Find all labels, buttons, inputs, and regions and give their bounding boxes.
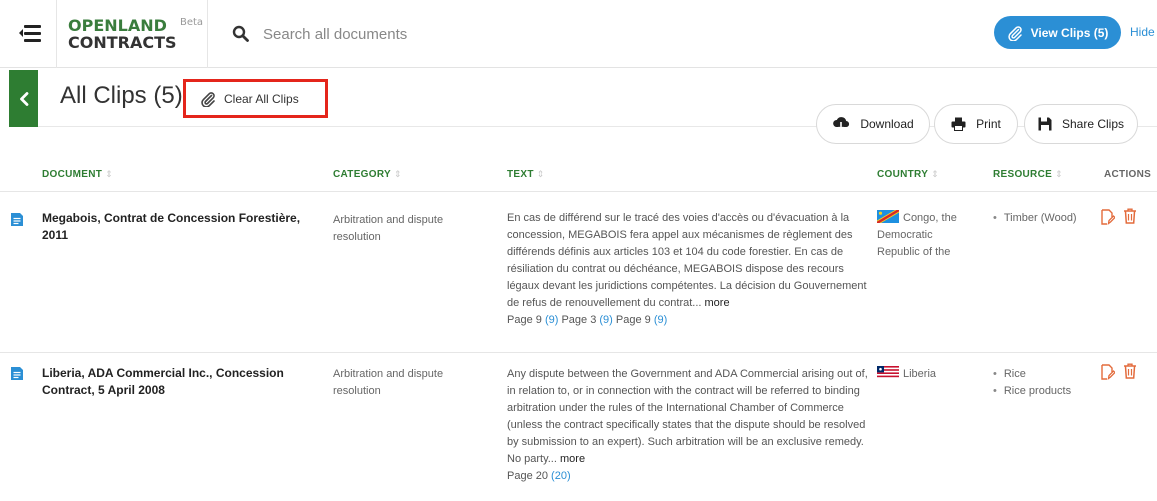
- clip-text-cell: Any dispute between the Government and A…: [507, 366, 868, 485]
- page-references: Page 20 (20): [507, 470, 571, 482]
- resource-item: Rice products: [990, 383, 1071, 400]
- paperclip-icon: [201, 91, 215, 107]
- download-label: Download: [860, 117, 914, 131]
- printer-icon: [951, 117, 966, 131]
- category-cell: Arbitration and dispute resolution: [333, 214, 444, 243]
- header-row-divider: [0, 191, 1157, 192]
- resource-list: Timber (Wood): [990, 210, 1077, 227]
- resource-item: Timber (Wood): [990, 210, 1077, 227]
- download-button[interactable]: Download: [816, 104, 930, 144]
- country-cell: Congo, the Democratic Republic of the: [877, 210, 957, 258]
- top-header: OPENLAND CONTRACTS Beta View Clips (5) H…: [0, 0, 1157, 68]
- clear-all-clips-label: Clear All Clips: [224, 91, 299, 106]
- logo-line-2: CONTRACTS: [68, 33, 177, 52]
- document-icon[interactable]: [10, 366, 24, 381]
- chevron-left-icon: [19, 91, 28, 106]
- print-button[interactable]: Print: [934, 104, 1018, 144]
- document-title-link[interactable]: Liberia, ADA Commercial Inc., Concession…: [42, 365, 312, 399]
- view-clips-label: View Clips (5): [1030, 25, 1109, 40]
- search-icon: [232, 25, 249, 42]
- beta-badge: Beta: [180, 17, 204, 28]
- page-title: All Clips (5): [60, 82, 183, 109]
- drc-flag-icon: [877, 210, 899, 223]
- share-clips-button[interactable]: Share Clips: [1024, 104, 1138, 144]
- search-input[interactable]: [263, 22, 763, 46]
- sort-icon: ⇕: [1055, 169, 1063, 179]
- resource-item: Rice: [990, 366, 1071, 383]
- page-link[interactable]: (9): [654, 314, 667, 326]
- page-references: Page 9 (9) Page 3 (9) Page 9 (9): [507, 314, 668, 326]
- column-header-country[interactable]: COUNTRY ⇕: [877, 169, 939, 180]
- sort-icon: ⇕: [393, 169, 402, 179]
- edit-annotation-icon[interactable]: [1101, 209, 1115, 225]
- clip-text-cell: En cas de différend sur le tracé des voi…: [507, 210, 867, 329]
- share-clips-label: Share Clips: [1061, 117, 1125, 131]
- cloud-download-icon: [833, 117, 850, 132]
- menu-toggle-icon[interactable]: [19, 24, 41, 42]
- resource-list: Rice Rice products: [990, 366, 1071, 400]
- edit-annotation-icon[interactable]: [1101, 364, 1115, 380]
- print-label: Print: [976, 117, 1001, 131]
- sort-icon: ⇕: [931, 169, 940, 179]
- page-link[interactable]: (9): [545, 314, 558, 326]
- trash-icon[interactable]: [1123, 363, 1137, 379]
- sort-icon: ⇕: [105, 169, 114, 179]
- column-header-actions: ACTIONS: [1104, 169, 1152, 180]
- more-link[interactable]: more: [705, 297, 730, 309]
- save-icon: [1038, 117, 1052, 131]
- view-clips-button[interactable]: View Clips (5): [994, 16, 1121, 49]
- clear-all-clips-button[interactable]: Clear All Clips: [183, 79, 328, 118]
- back-button[interactable]: [9, 70, 38, 127]
- page-link[interactable]: (9): [599, 314, 612, 326]
- document-title-link[interactable]: Megabois, Contrat de Concession Forestiè…: [42, 210, 312, 244]
- country-cell: Liberia: [877, 366, 972, 383]
- more-link[interactable]: more: [560, 453, 585, 465]
- column-header-text[interactable]: TEXT ⇕: [507, 169, 545, 180]
- column-header-resource[interactable]: RESOURCE ⇕: [993, 169, 1063, 180]
- column-header-document[interactable]: DOCUMENT ⇕: [42, 169, 113, 180]
- page-link[interactable]: (20): [551, 470, 571, 482]
- logo[interactable]: OPENLAND CONTRACTS Beta: [56, 0, 208, 68]
- trash-icon[interactable]: [1123, 208, 1137, 224]
- hide-link[interactable]: Hide: [1130, 25, 1155, 39]
- document-icon[interactable]: [10, 212, 24, 227]
- column-header-category[interactable]: CATEGORY ⇕: [333, 169, 402, 180]
- paperclip-icon: [1007, 25, 1022, 41]
- sort-icon: ⇕: [536, 169, 545, 179]
- liberia-flag-icon: [877, 366, 899, 379]
- category-cell: Arbitration and dispute resolution: [333, 368, 444, 397]
- row-divider: [0, 352, 1157, 353]
